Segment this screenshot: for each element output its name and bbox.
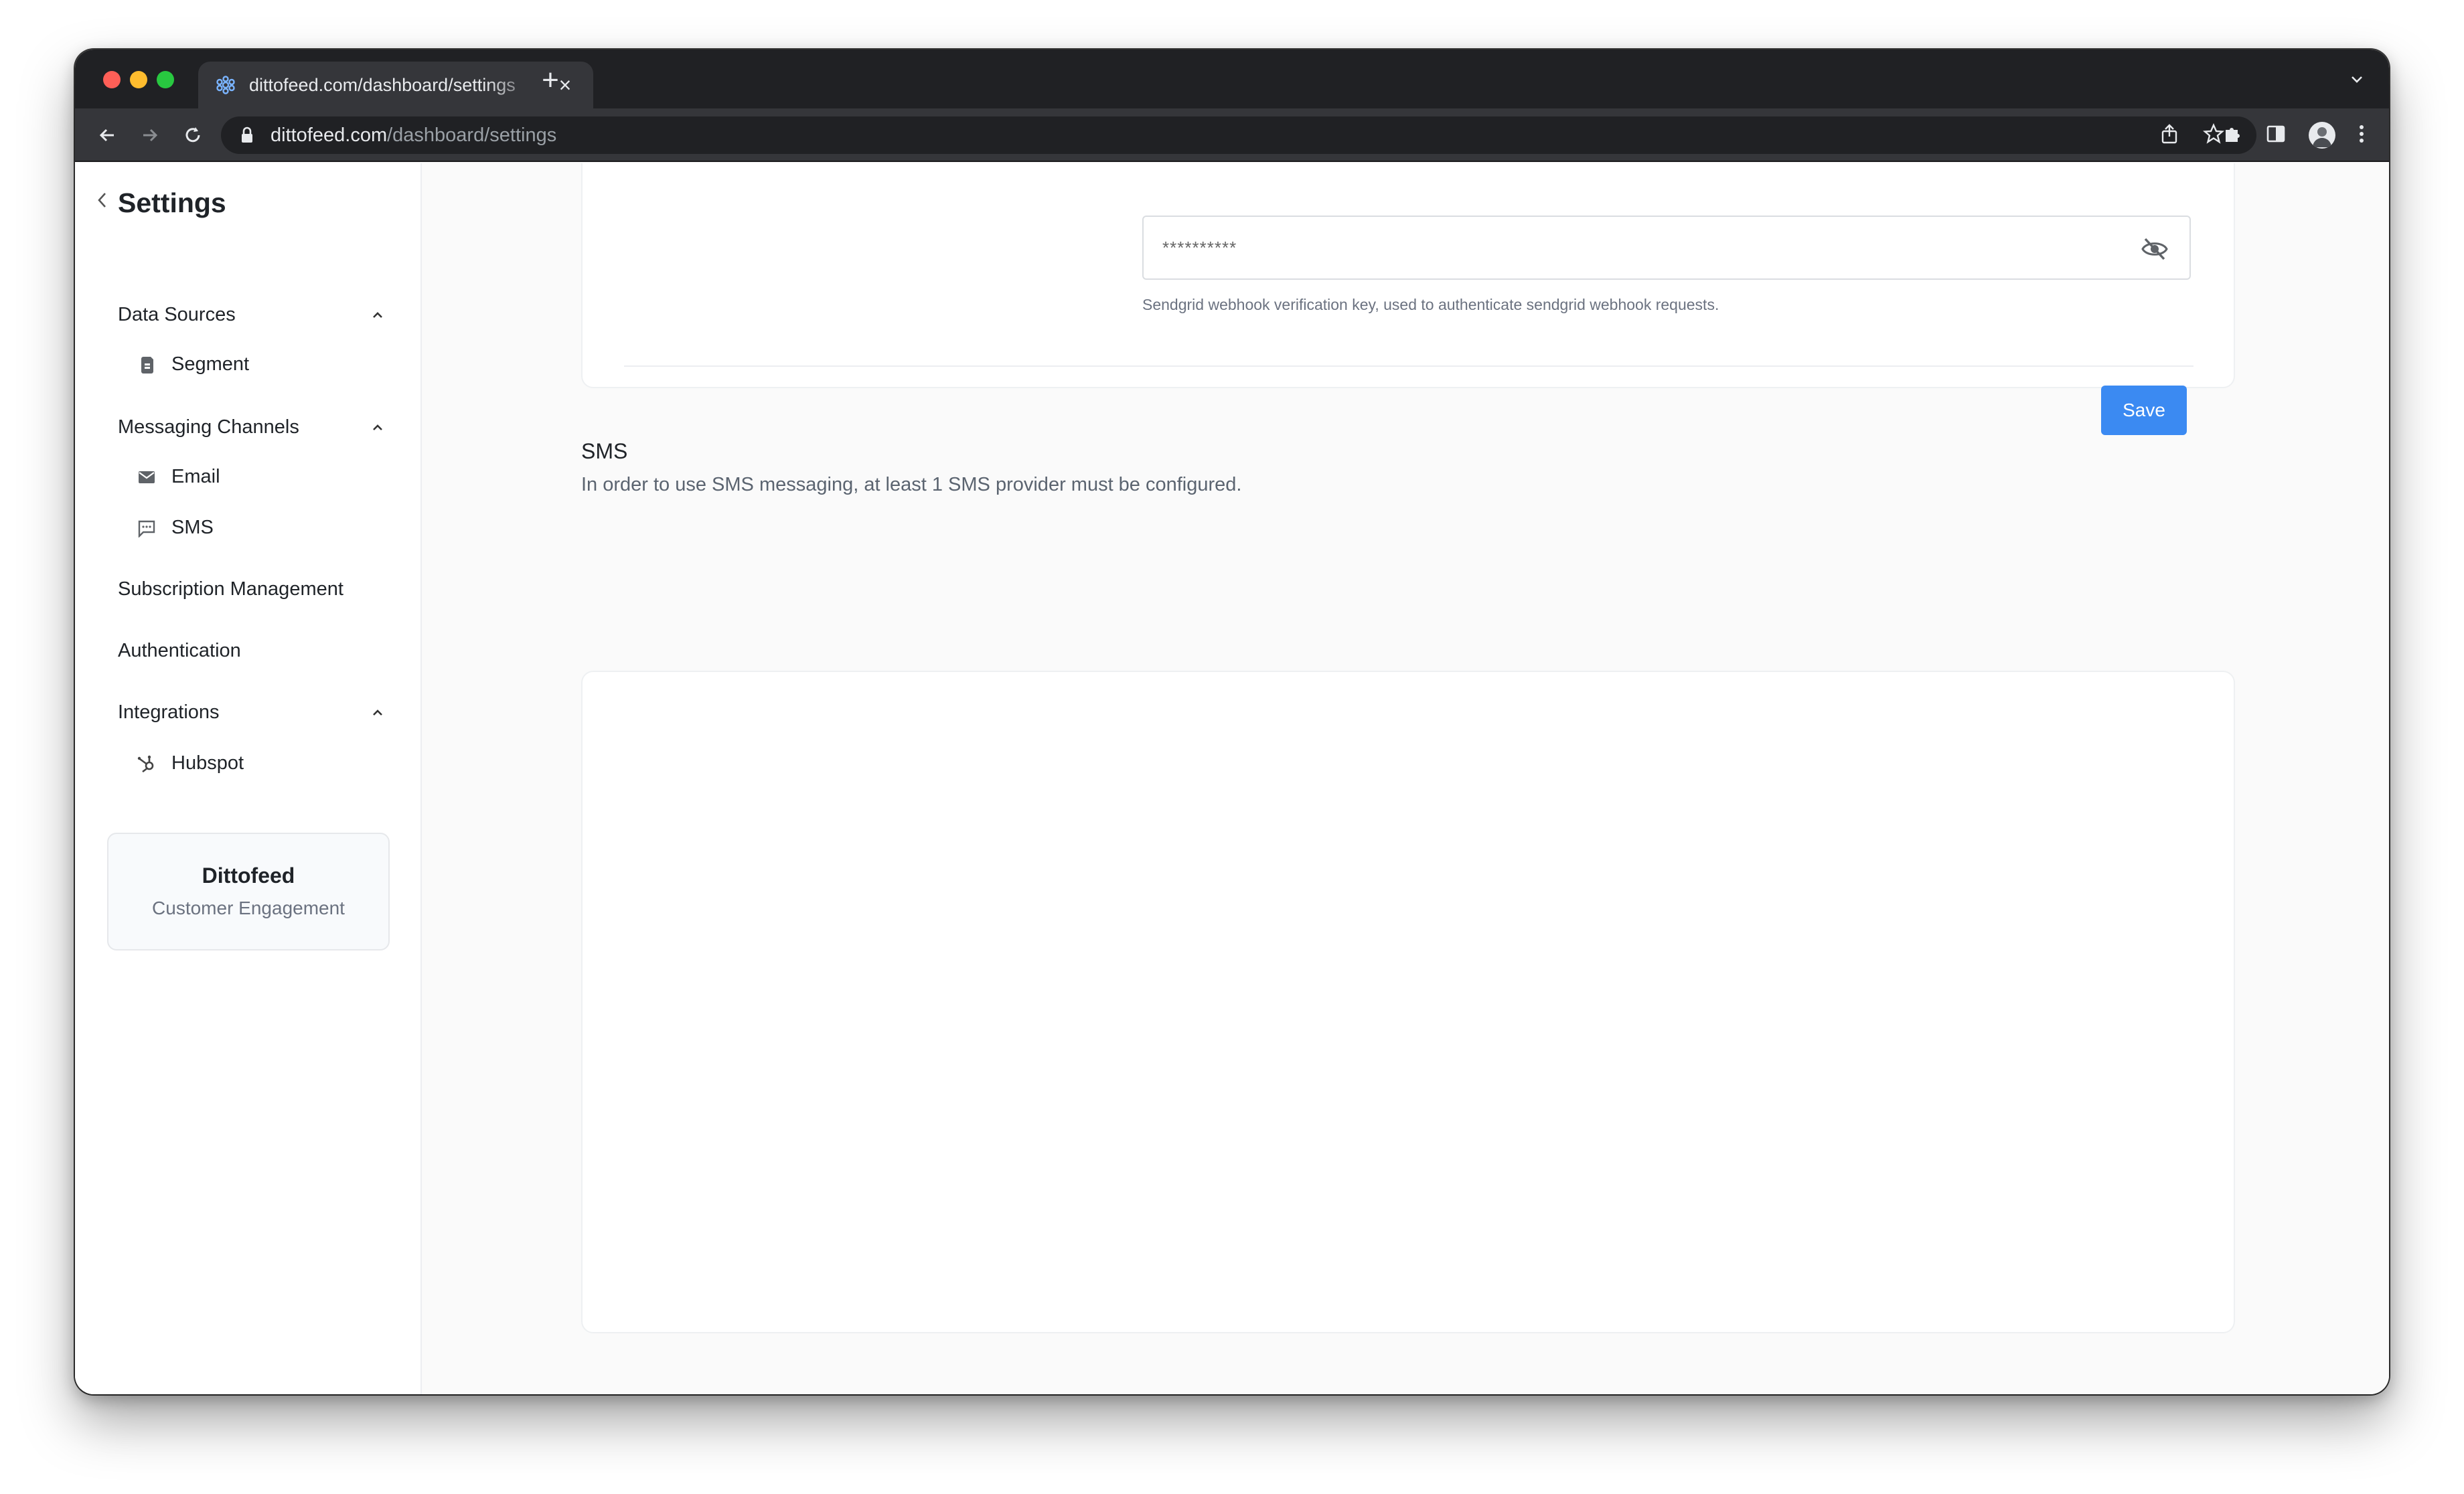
close-window-button[interactable] xyxy=(103,71,121,88)
email-provider-card: ********** Sendgrid webhook verification… xyxy=(581,163,2235,435)
browser-toolbar: dittofeed.com/dashboard/settings xyxy=(75,108,2389,162)
sidebar-title: Settings xyxy=(118,187,226,218)
sidebar-section-label: Messaging Channels xyxy=(118,416,299,438)
url-host: dittofeed.com xyxy=(271,124,388,146)
chevron-up-icon xyxy=(373,424,382,430)
sidebar-section-label: Data Sources xyxy=(118,304,236,325)
tab-search-chevron-icon[interactable] xyxy=(2349,71,2365,92)
sidebar-item-label: SMS xyxy=(171,517,214,538)
sidebar-item-hubspot[interactable]: Hubspot xyxy=(137,752,244,774)
brand-name: Dittofeed xyxy=(202,863,295,888)
profile-avatar-icon[interactable] xyxy=(2309,122,2335,149)
hubspot-icon xyxy=(137,754,157,774)
sidebar-item-subscription-management[interactable]: Subscription Management xyxy=(118,578,386,600)
side-panel-icon[interactable] xyxy=(2266,124,2286,147)
sendgrid-webhook-key-input[interactable]: ********** xyxy=(1142,216,2191,280)
mail-icon xyxy=(137,467,157,487)
browser-menu-icon[interactable] xyxy=(2358,123,2365,148)
forward-icon[interactable] xyxy=(137,122,163,149)
dittofeed-favicon-icon xyxy=(216,75,236,95)
back-icon[interactable] xyxy=(94,122,121,149)
sms-section-title: SMS xyxy=(581,439,628,463)
url-path: /dashboard/settings xyxy=(387,124,557,146)
sidebar-item-authentication[interactable]: Authentication xyxy=(118,640,386,662)
twilio-provider-card xyxy=(581,671,2235,1333)
sidebar-item-segment[interactable]: Segment xyxy=(137,353,249,376)
sms-section-description: In order to use SMS messaging, at least … xyxy=(581,474,1242,495)
address-bar[interactable]: dittofeed.com/dashboard/settings xyxy=(221,116,2256,154)
sidebar-section-label: Subscription Management xyxy=(118,578,343,600)
sidebar-item-label: Hubspot xyxy=(171,752,244,774)
maximize-window-button[interactable] xyxy=(157,71,174,88)
new-tab-icon[interactable]: + xyxy=(537,66,564,95)
sidebar-section-integrations[interactable]: Integrations xyxy=(118,701,386,724)
tab-bar: dittofeed.com/dashboard/settings × + xyxy=(75,50,2389,108)
sidebar-item-sms[interactable]: SMS xyxy=(137,517,214,539)
sidebar: Settings Data Sources Segment Messaging … xyxy=(75,163,422,1394)
sendgrid-helper-text: Sendgrid webhook verification key, used … xyxy=(1142,296,1719,313)
chevron-up-icon xyxy=(373,311,382,318)
sidebar-section-label: Authentication xyxy=(118,640,241,661)
segment-icon xyxy=(137,355,157,375)
sidebar-header[interactable]: Settings xyxy=(95,187,226,219)
sidebar-item-label: Segment xyxy=(171,353,250,375)
sidebar-item-email[interactable]: Email xyxy=(137,466,220,488)
brand-card: Dittofeed Customer Engagement xyxy=(107,833,390,950)
sidebar-section-label: Integrations xyxy=(118,701,220,723)
share-icon[interactable] xyxy=(2160,123,2179,148)
card-divider xyxy=(624,365,2193,367)
tab-title: dittofeed.com/dashboard/settings xyxy=(249,74,516,95)
save-button[interactable]: Save xyxy=(2101,386,2187,435)
lock-icon xyxy=(240,127,254,144)
sms-icon xyxy=(137,518,157,538)
masked-value: ********** xyxy=(1162,237,1237,258)
chevron-up-icon xyxy=(373,709,382,716)
sidebar-section-data-sources[interactable]: Data Sources xyxy=(118,304,386,326)
main-content: ********** Sendgrid webhook verification… xyxy=(423,163,2389,1394)
browser-tab[interactable]: dittofeed.com/dashboard/settings × xyxy=(198,62,593,108)
reload-icon[interactable] xyxy=(179,122,206,149)
sidebar-section-messaging-channels[interactable]: Messaging Channels xyxy=(118,416,386,438)
extensions-puzzle-icon[interactable] xyxy=(2222,123,2243,148)
sidebar-item-label: Email xyxy=(171,466,220,487)
brand-tagline: Customer Engagement xyxy=(152,898,345,918)
app: Settings Data Sources Segment Messaging … xyxy=(75,163,2389,1394)
back-chevron-icon[interactable] xyxy=(95,190,108,216)
browser-window: dittofeed.com/dashboard/settings × + dit… xyxy=(75,50,2389,1394)
visibility-off-icon[interactable] xyxy=(2140,236,2169,262)
minimize-window-button[interactable] xyxy=(130,71,147,88)
